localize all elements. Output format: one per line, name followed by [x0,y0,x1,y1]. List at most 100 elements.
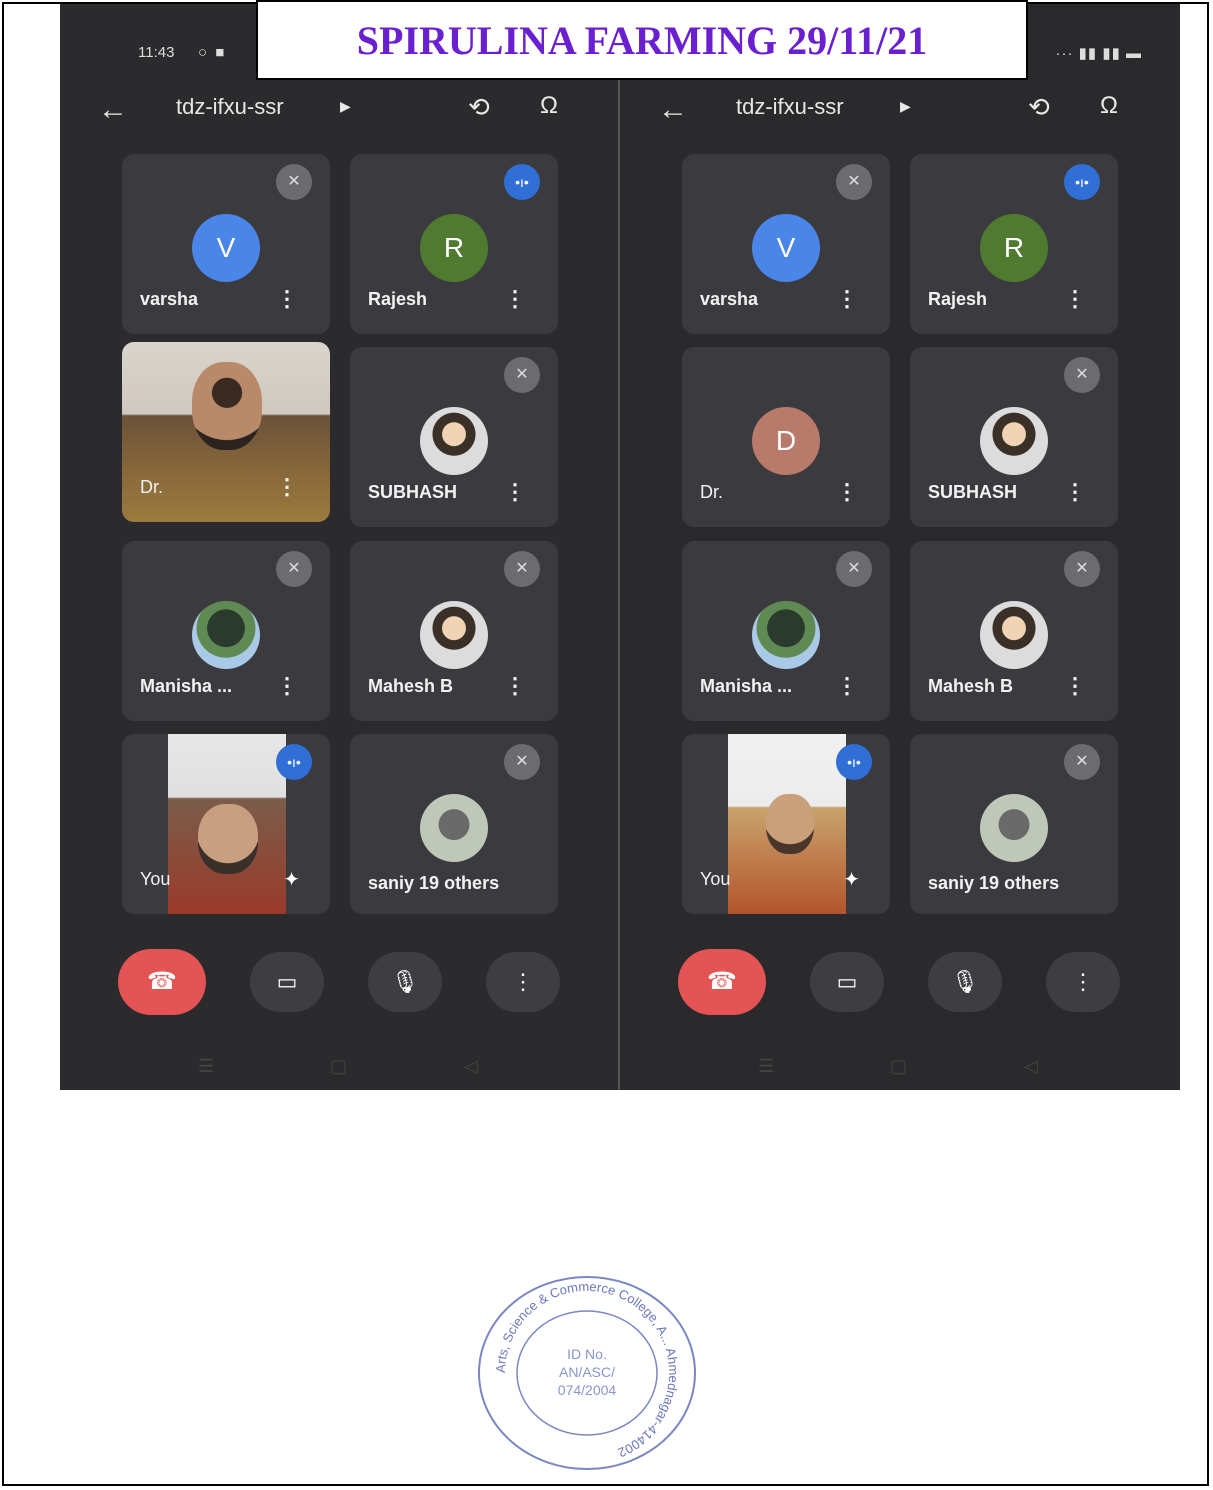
mic-off-icon: ✕ [836,164,872,200]
participant-name: Mahesh B [368,676,454,696]
participant-tile[interactable]: •ı• R Rajesh ⋮ [350,154,558,334]
back-arrow-icon[interactable]: ← [98,92,128,128]
more-options-icon[interactable]: ⋮ [836,479,858,505]
avatar: R [420,214,488,282]
participant-name: Dr. [700,482,724,502]
back-icon[interactable]: ◁ [1024,1056,1038,1077]
status-time: 11:43 [138,44,175,61]
meeting-top-bar: ← tdz-ifxu-ssr ▶ ⟲ Ω [60,92,620,132]
back-arrow-icon[interactable]: ← [658,92,688,128]
avatar-photo [420,407,488,475]
headphones-icon[interactable]: Ω [1100,92,1118,120]
caret-right-icon[interactable]: ▶ [340,98,351,115]
self-view-tile[interactable]: •ı• You ✦ [122,734,330,914]
more-options-icon[interactable]: ⋮ [276,673,298,699]
document-title: SPIRULINA FARMING 29/11/21 [256,0,1028,80]
self-view-tile[interactable]: •ı• You ✦ [682,734,890,914]
home-icon[interactable]: ▢ [330,1056,347,1077]
phone-screen-right: ··· ▮▮ ▮▮ ▬ ← tdz-ifxu-ssr ▶ ⟲ Ω ✕ V var… [620,4,1180,1090]
others-tile[interactable]: ✕ saniy 19 others [350,734,558,914]
participant-tile[interactable]: ✕ Mahesh B ⋮ [350,541,558,721]
participant-tile[interactable]: •ı• R Rajesh ⋮ [910,154,1118,334]
mic-off-icon: ✕ [1064,357,1100,393]
end-call-button[interactable]: ☎ [678,949,766,1015]
participant-name: saniy [928,873,975,893]
recents-icon[interactable]: ☰ [758,1056,774,1077]
self-video [728,734,846,914]
others-label: saniy 19 others [928,873,1059,894]
others-label: saniy 19 others [368,873,499,894]
more-options-icon[interactable]: ⋮ [504,479,526,505]
participant-name: You [140,869,171,889]
status-icons-left: ○ ■ [198,44,227,61]
mic-off-icon: ✕ [276,164,312,200]
participant-name: You [700,869,731,889]
more-options-icon[interactable]: ⋮ [1064,673,1086,699]
status-icons-right: ··· ▮▮ ▮▮ ▬ [1055,45,1142,62]
more-options-icon[interactable]: ⋮ [1064,479,1086,505]
end-call-button[interactable]: ☎ [118,949,206,1015]
avatar-photo [420,794,488,862]
speaking-indicator-icon: •ı• [836,744,872,780]
more-options-icon[interactable]: ⋮ [504,673,526,699]
more-options-icon[interactable]: ⋮ [504,286,526,312]
participant-tile[interactable]: ✕ SUBHASH ⋮ [910,347,1118,527]
recents-icon[interactable]: ☰ [198,1056,214,1077]
participant-name: Manisha ... [140,676,233,696]
switch-camera-icon[interactable]: ⟲ [468,92,490,123]
more-options-icon[interactable]: ⋮ [1064,286,1086,312]
more-options-icon[interactable]: ⋮ [836,673,858,699]
mic-off-icon: ✕ [836,551,872,587]
participant-name: SUBHASH [368,482,458,502]
participant-tile[interactable]: ✕ Manisha ... ⋮ [682,541,890,721]
meeting-code[interactable]: tdz-ifxu-ssr [176,94,284,120]
video-face [198,804,258,874]
mic-toggle-button[interactable]: 🎙 [368,952,442,1012]
effects-sparkle-icon[interactable]: ✦ [843,867,860,892]
participant-name: Rajesh [928,289,988,309]
speaking-indicator-icon: •ı• [504,164,540,200]
participant-tile[interactable]: ✕ V varsha ⋮ [682,154,890,334]
avatar-photo [980,794,1048,862]
stamp-id-line1: AN/ASC/ [559,1364,615,1380]
more-options-button[interactable]: ⋮ [486,952,560,1012]
participant-tile[interactable]: D Dr. ⋮ [682,347,890,527]
home-icon[interactable]: ▢ [890,1056,907,1077]
avatar: V [752,214,820,282]
mic-toggle-button[interactable]: 🎙 [928,952,1002,1012]
video-face [192,362,262,450]
meeting-code[interactable]: tdz-ifxu-ssr [736,94,844,120]
switch-camera-icon[interactable]: ⟲ [1028,92,1050,123]
avatar-photo [980,601,1048,669]
more-options-icon[interactable]: ⋮ [276,474,298,500]
call-controls: ☎ ▭ 🎙 ⋮ [60,949,620,1032]
more-options-button[interactable]: ⋮ [1046,952,1120,1012]
speaking-indicator-icon: •ı• [1064,164,1100,200]
avatar-photo [752,601,820,669]
android-nav-bar: ☰ ▢ ◁ [620,1048,1180,1088]
participant-tile[interactable]: ✕ SUBHASH ⋮ [350,347,558,527]
avatar-photo [980,407,1048,475]
effects-sparkle-icon[interactable]: ✦ [283,867,300,892]
participant-tile[interactable]: ✕ Manisha ... ⋮ [122,541,330,721]
mic-off-icon: ✕ [504,744,540,780]
video-face [766,794,814,854]
mic-off-icon: ✕ [1064,744,1100,780]
mic-off-icon: ✕ [276,551,312,587]
camera-toggle-button[interactable]: ▭ [250,952,324,1012]
more-options-icon[interactable]: ⋮ [836,286,858,312]
android-nav-bar: ☰ ▢ ◁ [60,1048,620,1088]
camera-toggle-button[interactable]: ▭ [810,952,884,1012]
mic-off-icon: ✕ [1064,551,1100,587]
headphones-icon[interactable]: Ω [540,92,558,120]
others-count: 19 others [979,873,1060,893]
college-seal-stamp: Arts, Science & Commerce College, A... A… [478,1276,696,1470]
back-icon[interactable]: ◁ [464,1056,478,1077]
participant-tile[interactable]: ✕ Mahesh B ⋮ [910,541,1118,721]
more-options-icon[interactable]: ⋮ [276,286,298,312]
mic-off-icon: ✕ [504,357,540,393]
participant-tile[interactable]: ✕ V varsha ⋮ [122,154,330,334]
participant-tile-video[interactable]: Dr. ⋮ [122,342,330,522]
others-tile[interactable]: ✕ saniy 19 others [910,734,1118,914]
caret-right-icon[interactable]: ▶ [900,98,911,115]
